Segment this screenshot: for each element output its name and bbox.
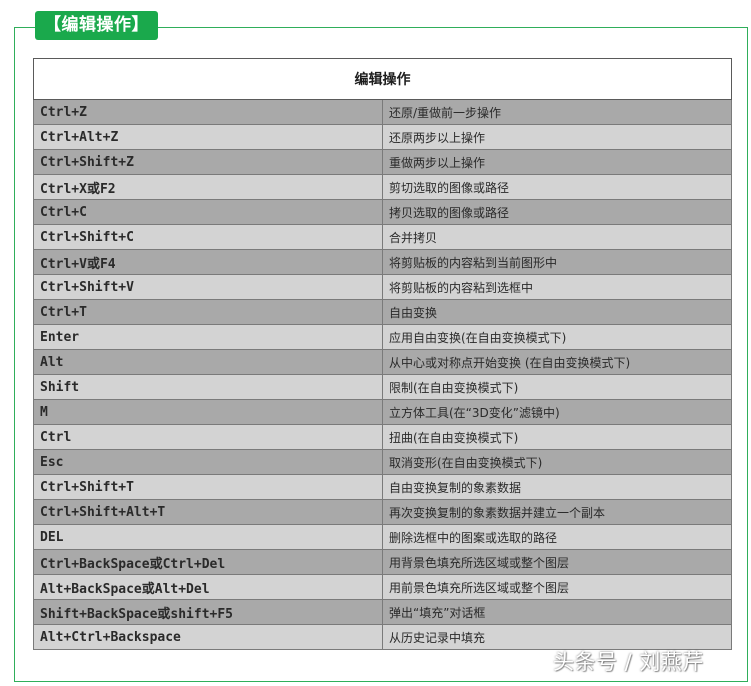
- table-row: Ctrl+Shift+V 将剪贴板的内容粘到选框中: [33, 274, 732, 300]
- watermark-text: 头条号 / 刘燕芹: [553, 650, 704, 674]
- table-row: Ctrl+X或F2 剪切选取的图像或路径: [33, 174, 732, 200]
- table-row: DEL 删除选框中的图案或选取的路径: [33, 524, 732, 550]
- shortcut-key-cell: Alt: [33, 349, 383, 375]
- shortcut-description-cell: 合并拷贝: [382, 224, 732, 250]
- table-row: Ctrl+Shift+Alt+T 再次变换复制的象素数据并建立一个副本: [33, 499, 732, 525]
- table-row: Ctrl+Shift+Z 重做两步以上操作: [33, 149, 732, 175]
- shortcut-description-cell: 弹出“填充”对话框: [382, 599, 732, 625]
- shortcut-key-cell: Ctrl+Shift+V: [33, 274, 383, 300]
- shortcut-description-cell: 自由变换: [382, 299, 732, 325]
- shortcut-description-cell: 立方体工具(在“3D变化”滤镜中): [382, 399, 732, 425]
- shortcut-description-cell: 取消变形(在自由变换模式下): [382, 449, 732, 475]
- shortcut-key-cell: Ctrl+X或F2: [33, 174, 383, 200]
- shortcut-description-cell: 重做两步以上操作: [382, 149, 732, 175]
- table-title: 编辑操作: [33, 58, 732, 100]
- shortcut-key-cell: Ctrl+Z: [33, 99, 383, 125]
- table-row: Alt 从中心或对称点开始变换 (在自由变换模式下): [33, 349, 732, 375]
- shortcut-description-cell: 扭曲(在自由变换模式下): [382, 424, 732, 450]
- table-row: Ctrl+C 拷贝选取的图像或路径: [33, 199, 732, 225]
- table-row: Ctrl+Alt+Z 还原两步以上操作: [33, 124, 732, 150]
- shortcut-key-cell: Ctrl+Shift+T: [33, 474, 383, 500]
- shortcut-description-cell: 应用自由变换(在自由变换模式下): [382, 324, 732, 350]
- shortcut-description-cell: 拷贝选取的图像或路径: [382, 199, 732, 225]
- table-row: Ctrl 扭曲(在自由变换模式下): [33, 424, 732, 450]
- shortcut-key-cell: Ctrl+V或F4: [33, 249, 383, 275]
- shortcut-key-cell: Shift+BackSpace或shift+F5: [33, 599, 383, 625]
- table-row: Shift 限制(在自由变换模式下): [33, 374, 732, 400]
- shortcut-key-cell: Ctrl+T: [33, 299, 383, 325]
- shortcut-description-cell: 从中心或对称点开始变换 (在自由变换模式下): [382, 349, 732, 375]
- shortcut-description-cell: 还原/重做前一步操作: [382, 99, 732, 125]
- shortcut-description-cell: 限制(在自由变换模式下): [382, 374, 732, 400]
- table-row: Ctrl+Z 还原/重做前一步操作: [33, 99, 732, 125]
- section-title-badge: 【编辑操作】: [35, 11, 158, 40]
- shortcut-description-cell: 还原两步以上操作: [382, 124, 732, 150]
- shortcut-key-cell: DEL: [33, 524, 383, 550]
- shortcut-description-cell: 再次变换复制的象素数据并建立一个副本: [382, 499, 732, 525]
- shortcut-key-cell: Ctrl+C: [33, 199, 383, 225]
- shortcut-key-cell: Ctrl+Alt+Z: [33, 124, 383, 150]
- shortcut-key-cell: Esc: [33, 449, 383, 475]
- table-row: Ctrl+Shift+T 自由变换复制的象素数据: [33, 474, 732, 500]
- shortcut-description-cell: 将剪贴板的内容粘到选框中: [382, 274, 732, 300]
- shortcut-key-cell: Shift: [33, 374, 383, 400]
- shortcut-key-cell: M: [33, 399, 383, 425]
- table-row: Ctrl+T 自由变换: [33, 299, 732, 325]
- shortcut-key-cell: Ctrl: [33, 424, 383, 450]
- table-row: Ctrl+Shift+C 合并拷贝: [33, 224, 732, 250]
- table-row: M 立方体工具(在“3D变化”滤镜中): [33, 399, 732, 425]
- shortcut-description-cell: 将剪贴板的内容粘到当前图形中: [382, 249, 732, 275]
- shortcut-key-cell: Ctrl+Shift+C: [33, 224, 383, 250]
- table-row: Ctrl+BackSpace或Ctrl+Del 用背景色填充所选区域或整个图层: [33, 549, 732, 575]
- shortcut-key-cell: Ctrl+Shift+Z: [33, 149, 383, 175]
- shortcut-key-cell: Alt+Ctrl+Backspace: [33, 624, 383, 650]
- shortcut-description-cell: 删除选框中的图案或选取的路径: [382, 524, 732, 550]
- table-row: Enter 应用自由变换(在自由变换模式下): [33, 324, 732, 350]
- shortcut-description-cell: 剪切选取的图像或路径: [382, 174, 732, 200]
- shortcut-description-cell: 用背景色填充所选区域或整个图层: [382, 549, 732, 575]
- shortcut-key-cell: Alt+BackSpace或Alt+Del: [33, 574, 383, 600]
- table-body: Ctrl+Z 还原/重做前一步操作 Ctrl+Alt+Z 还原两步以上操作 Ctrl+S…: [33, 99, 732, 650]
- table-row: Esc 取消变形(在自由变换模式下): [33, 449, 732, 475]
- shortcut-table-container: 编辑操作 Ctrl+Z 还原/重做前一步操作 Ctrl+Alt+Z 还原两步以上操作 C…: [33, 58, 732, 650]
- shortcut-description-cell: 用前景色填充所选区域或整个图层: [382, 574, 732, 600]
- table-row: Alt+BackSpace或Alt+Del 用前景色填充所选区域或整个图层: [33, 574, 732, 600]
- table-header-row: 编辑操作: [33, 58, 732, 100]
- shortcut-table: 编辑操作 Ctrl+Z 还原/重做前一步操作 Ctrl+Alt+Z 还原两步以上操作 C…: [33, 58, 732, 650]
- shortcut-key-cell: Ctrl+Shift+Alt+T: [33, 499, 383, 525]
- table-row: Ctrl+V或F4 将剪贴板的内容粘到当前图形中: [33, 249, 732, 275]
- shortcut-key-cell: Enter: [33, 324, 383, 350]
- shortcut-description-cell: 自由变换复制的象素数据: [382, 474, 732, 500]
- table-row: Shift+BackSpace或shift+F5 弹出“填充”对话框: [33, 599, 732, 625]
- shortcut-key-cell: Ctrl+BackSpace或Ctrl+Del: [33, 549, 383, 575]
